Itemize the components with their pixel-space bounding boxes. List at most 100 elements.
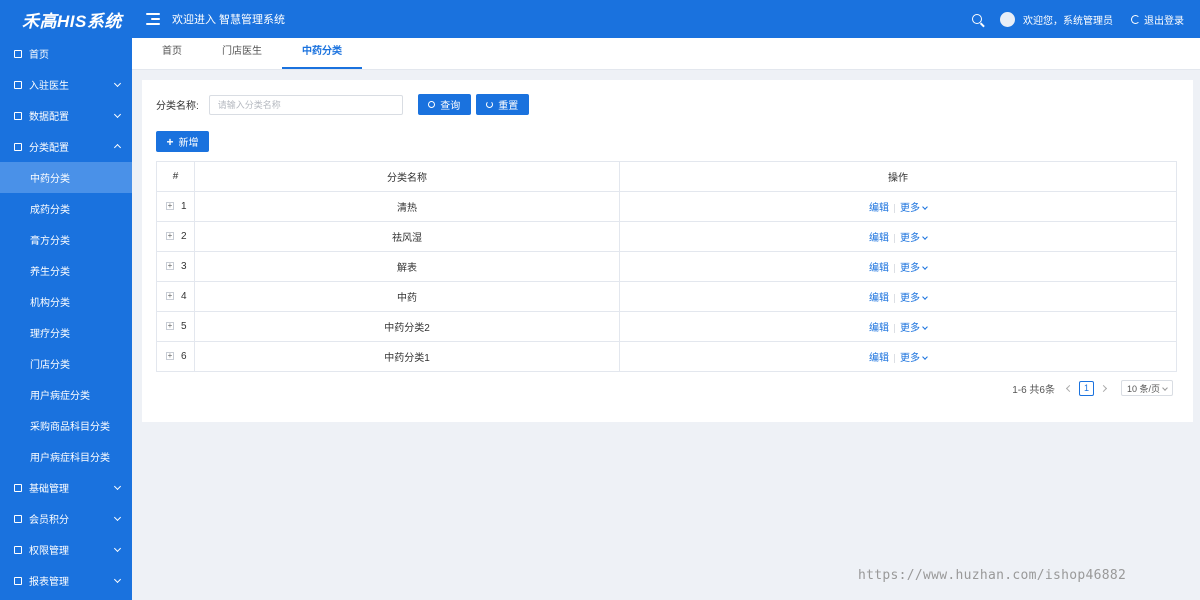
sidebar-subitem-store-category[interactable]: 门店分类 <box>0 348 132 379</box>
expand-icon[interactable]: + <box>166 352 174 361</box>
category-name-cell: 中药 <box>194 281 620 312</box>
refresh-icon <box>486 101 494 108</box>
sidebar-item-permissions[interactable]: 权限管理 <box>0 534 132 565</box>
edit-link[interactable]: 编辑 <box>869 233 889 244</box>
edit-link[interactable]: 编辑 <box>869 353 889 364</box>
content-card: 分类名称: 查询 重置 + 新增 # 分类名称 操作 +1清热编辑更多+2祛风湿… <box>142 80 1193 422</box>
more-dropdown[interactable]: 更多 <box>900 353 928 364</box>
sidebar-subitem-herb-category[interactable]: 中药分类 <box>0 162 132 193</box>
chevron-down-icon <box>1162 385 1168 391</box>
actions-cell: 编辑 更多 <box>619 191 1177 222</box>
sidebar-item-base[interactable]: 基础管理 <box>0 472 132 503</box>
divider <box>894 233 895 243</box>
sidebar-subitem-paste-category[interactable]: 膏方分类 <box>0 224 132 255</box>
prev-page-icon[interactable] <box>1065 384 1074 392</box>
edit-link[interactable]: 编辑 <box>869 323 889 334</box>
more-dropdown[interactable]: 更多 <box>900 293 928 304</box>
divider <box>894 353 895 363</box>
logout-label: 退出登录 <box>1144 15 1184 27</box>
report-icon <box>14 576 22 585</box>
table-row: +1 清热 编辑 更多 <box>156 191 1177 222</box>
tab-home[interactable]: 首页 <box>142 37 202 69</box>
sidebar-subitem-therapy-category[interactable]: 理疗分类 <box>0 317 132 348</box>
divider <box>894 203 895 213</box>
logout-button[interactable]: 退出登录 <box>1131 12 1184 27</box>
category-name-cell: 中药分类2 <box>194 311 620 342</box>
column-header-index: # <box>156 161 195 192</box>
sidebar-subitem-purchase-category[interactable]: 采购商品科目分类 <box>0 410 132 441</box>
next-page-icon[interactable] <box>1099 384 1108 392</box>
more-dropdown[interactable]: 更多 <box>900 203 928 214</box>
more-dropdown[interactable]: 更多 <box>900 323 928 334</box>
filter-label: 分类名称: <box>156 101 199 112</box>
pagination-summary: 1-6 共6条 <box>1012 384 1055 396</box>
chevron-down-icon <box>922 294 928 300</box>
chevron-down-icon <box>113 482 122 491</box>
home-icon <box>14 49 22 58</box>
row-index-cell: +1 <box>156 191 195 222</box>
category-name-input[interactable] <box>208 94 403 115</box>
sidebar-subitem-patent-category[interactable]: 成药分类 <box>0 193 132 224</box>
column-header-name: 分类名称 <box>194 161 620 192</box>
sidebar-subitem-org-category[interactable]: 机构分类 <box>0 286 132 317</box>
search-icon <box>428 101 436 108</box>
actions-cell: 编辑 更多 <box>619 281 1177 312</box>
actions-cell: 编辑 更多 <box>619 251 1177 282</box>
divider <box>894 263 895 273</box>
page-size-select[interactable]: 10 条/页 <box>1120 380 1173 396</box>
sidebar-item-doctors[interactable]: 入驻医生 <box>0 69 132 100</box>
more-dropdown[interactable]: 更多 <box>900 233 928 244</box>
filter-bar: 分类名称: 查询 重置 <box>156 94 529 115</box>
row-index: 3 <box>181 261 187 272</box>
table-row: +3 解表 编辑 更多 <box>156 251 1177 282</box>
sidebar-item-data-config[interactable]: 数据配置 <box>0 100 132 131</box>
row-index-cell: +2 <box>156 221 195 252</box>
actions-cell: 编辑 更多 <box>619 341 1177 372</box>
divider <box>894 323 895 333</box>
sidebar-subitem-symptom-subject-category[interactable]: 用户病症科目分类 <box>0 441 132 472</box>
expand-icon[interactable]: + <box>166 202 174 211</box>
page-number-button[interactable]: 1 <box>1078 380 1094 396</box>
reset-button[interactable]: 重置 <box>475 94 529 115</box>
tab-store-doctor[interactable]: 门店医生 <box>202 37 282 69</box>
user-greeting: 欢迎您，系统管理员 <box>1023 15 1113 27</box>
edit-link[interactable]: 编辑 <box>869 293 889 304</box>
table-row: +6 中药分类1 编辑 更多 <box>156 341 1177 372</box>
expand-icon[interactable]: + <box>166 262 174 271</box>
sidebar-subitem-health-category[interactable]: 养生分类 <box>0 255 132 286</box>
table-row: +4 中药 编辑 更多 <box>156 281 1177 312</box>
chevron-down-icon <box>922 234 928 240</box>
base-icon <box>14 483 22 492</box>
tab-herb-category[interactable]: 中药分类 <box>282 37 362 69</box>
key-icon <box>14 545 22 554</box>
edit-link[interactable]: 编辑 <box>869 203 889 214</box>
sidebar-item-category-config[interactable]: 分类配置 <box>0 131 132 162</box>
row-index: 4 <box>181 291 187 302</box>
expand-icon[interactable]: + <box>166 292 174 301</box>
row-index: 6 <box>181 351 187 362</box>
row-index-cell: +4 <box>156 281 195 312</box>
query-button[interactable]: 查询 <box>417 94 471 115</box>
expand-icon[interactable]: + <box>166 322 174 331</box>
column-header-actions: 操作 <box>619 161 1177 192</box>
file-icon <box>14 142 22 151</box>
expand-icon[interactable]: + <box>166 232 174 241</box>
sidebar-item-reports[interactable]: 报表管理 <box>0 565 132 596</box>
search-icon[interactable] <box>972 14 982 24</box>
plus-icon: + <box>166 134 174 149</box>
category-table: # 分类名称 操作 +1 清热 编辑 更多 +2 祛风湿 编辑 更多 +3 解表 编辑 更多 +4 中药编… <box>156 161 1177 372</box>
avatar[interactable] <box>1000 11 1015 27</box>
menu-toggle-icon[interactable] <box>146 13 160 25</box>
header-title: 欢迎进入 智慧管理系统 <box>172 14 286 26</box>
add-button[interactable]: + 新增 <box>156 131 209 152</box>
more-dropdown[interactable]: 更多 <box>900 263 928 274</box>
table-row: +5 中药分类2 编辑 更多 <box>156 311 1177 342</box>
tag-icon <box>14 111 22 120</box>
chevron-down-icon <box>113 575 122 584</box>
sidebar-subitem-symptom-category[interactable]: 用户病症分类 <box>0 379 132 410</box>
logout-icon <box>1131 14 1140 24</box>
sidebar-item-member-points[interactable]: 会员积分 <box>0 503 132 534</box>
edit-link[interactable]: 编辑 <box>869 263 889 274</box>
row-index: 5 <box>181 321 187 332</box>
sidebar-item-home[interactable]: 首页 <box>0 38 132 69</box>
